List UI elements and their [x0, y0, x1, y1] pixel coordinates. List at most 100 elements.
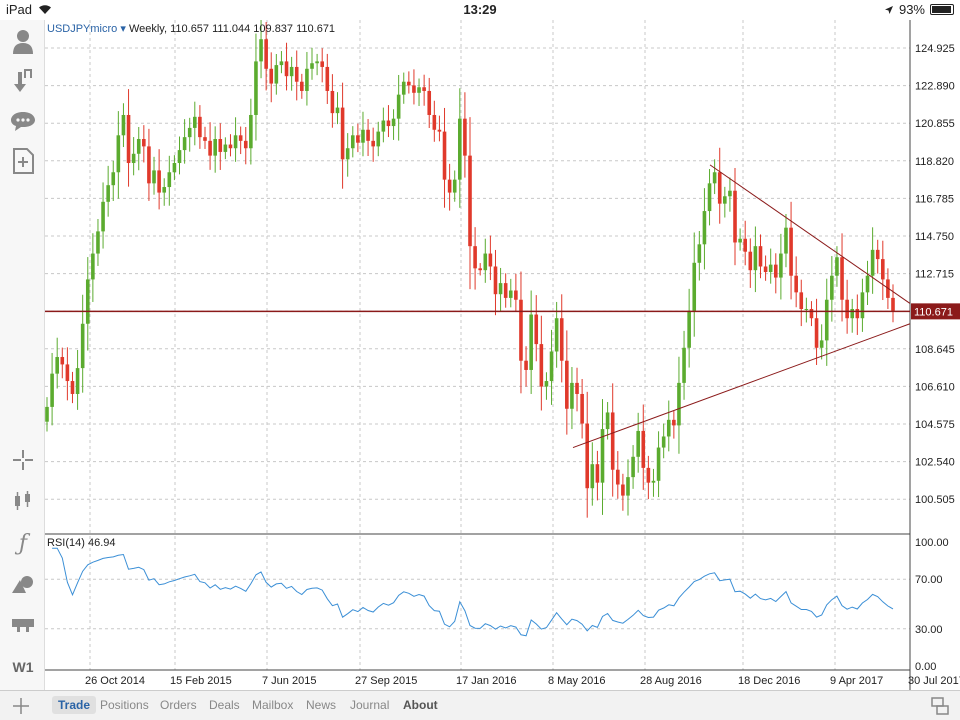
candle-body — [391, 118, 396, 127]
objects-icon[interactable] — [8, 568, 38, 598]
candle-body — [371, 140, 375, 147]
templates-icon[interactable] — [8, 610, 38, 640]
price-tick-label: 124.925 — [915, 43, 955, 55]
candle-body — [116, 135, 121, 173]
candle-body — [432, 114, 437, 130]
symbol-dropdown-icon[interactable]: ▾ — [117, 23, 129, 35]
battery-percent: 93% — [898, 2, 925, 17]
candle-body — [666, 419, 671, 437]
tab-orders[interactable]: Orders — [160, 698, 197, 712]
crosshair-icon[interactable] — [8, 445, 38, 475]
candle-body — [661, 436, 666, 448]
candle-body — [259, 39, 263, 62]
window-layout-icon[interactable] — [930, 696, 950, 716]
candle-body — [254, 61, 258, 115]
tool-sidebar: ƒ W1 — [0, 20, 45, 690]
candle-body — [702, 211, 707, 245]
symbol-name[interactable]: USDJPYmicro — [47, 23, 117, 35]
candle-body — [366, 129, 370, 141]
candle-body — [91, 253, 95, 280]
candle-body — [687, 310, 691, 348]
price-tick-label: 114.750 — [915, 231, 954, 243]
candle-body — [779, 253, 783, 278]
candle-body — [396, 94, 401, 119]
candle-body — [799, 292, 804, 309]
candle-body — [315, 61, 319, 64]
candle-body — [356, 135, 360, 143]
candle-body — [784, 227, 788, 254]
bottom-tab-bar: Trade Positions Orders Deals Mailbox New… — [0, 690, 960, 720]
tab-deals[interactable]: Deals — [209, 698, 240, 712]
date-tick-label: 18 Dec 2016 — [738, 675, 800, 687]
candle-body — [875, 249, 880, 260]
candle-body — [274, 65, 279, 84]
chart-background — [45, 20, 910, 690]
candle-body — [743, 238, 748, 252]
candle-body — [590, 464, 595, 489]
tab-trade[interactable]: Trade — [52, 696, 97, 714]
price-chart[interactable]: 124.925 122.890 120.855 118.820 116.785 114.7… — [45, 20, 960, 690]
candle-body — [692, 262, 697, 311]
tab-about[interactable]: About — [403, 698, 438, 712]
candle-body — [580, 393, 584, 424]
candle-body — [763, 266, 768, 273]
candle-body — [717, 172, 722, 204]
symbol-header[interactable]: USDJPYmicro ▾ Weekly, 110.657 111.044 10… — [47, 23, 335, 35]
candle-body — [55, 357, 59, 374]
candle-body — [381, 120, 386, 132]
candle-body — [172, 163, 177, 173]
candle-body — [284, 61, 289, 77]
battery-icon — [930, 4, 954, 15]
candle-body — [310, 63, 314, 69]
candle-body — [554, 318, 559, 352]
new-order-icon[interactable] — [8, 146, 38, 176]
candle-body — [218, 138, 223, 152]
account-icon[interactable] — [8, 26, 38, 56]
candle-body — [733, 190, 737, 243]
candle-body — [167, 172, 172, 188]
tab-positions[interactable]: Positions — [100, 698, 149, 712]
trade-arrows-icon[interactable] — [8, 66, 38, 96]
candle-body — [845, 299, 849, 319]
date-tick-label: 26 Oct 2014 — [85, 675, 145, 687]
candle-body — [238, 135, 243, 141]
candle-body — [345, 148, 350, 160]
add-icon[interactable] — [12, 697, 30, 715]
tab-news[interactable]: News — [306, 698, 336, 712]
candle-body — [748, 251, 753, 271]
candle-body — [106, 185, 110, 202]
price-tick-label: 102.540 — [915, 457, 955, 469]
candle-body — [442, 131, 447, 180]
candle-body — [111, 172, 116, 186]
candle-body — [223, 144, 228, 152]
candle-body — [452, 179, 457, 193]
candle-body — [45, 406, 49, 422]
candle-body — [626, 477, 630, 496]
tab-mailbox[interactable]: Mailbox — [252, 698, 293, 712]
timeframe-button[interactable]: W1 — [8, 652, 38, 682]
candle-body — [136, 138, 141, 154]
candle-body — [147, 146, 151, 184]
date-tick-label: 17 Jan 2016 — [456, 675, 517, 687]
candle-body — [585, 423, 590, 489]
candle-body — [101, 201, 105, 232]
indicators-icon[interactable]: ƒ — [8, 528, 38, 558]
chat-icon[interactable] — [8, 106, 38, 136]
candle-body — [228, 144, 233, 149]
candles-icon[interactable] — [8, 486, 38, 516]
price-tick-label: 122.890 — [915, 81, 955, 93]
candle-body — [335, 107, 340, 114]
candle-body — [279, 61, 284, 66]
candle-body — [819, 340, 824, 348]
candle-body — [60, 357, 65, 365]
candle-body — [264, 39, 268, 69]
clock: 13:29 — [463, 2, 497, 17]
candle-body — [646, 467, 651, 483]
price-tick-label: 100.505 — [915, 494, 955, 506]
candle-body — [789, 227, 793, 276]
candle-body — [463, 118, 467, 156]
rsi-axis: 100.00 70.00 30.00 0.00 — [915, 537, 949, 673]
candle-body — [340, 107, 345, 160]
candle-body — [514, 290, 518, 300]
tab-journal[interactable]: Journal — [350, 698, 389, 712]
